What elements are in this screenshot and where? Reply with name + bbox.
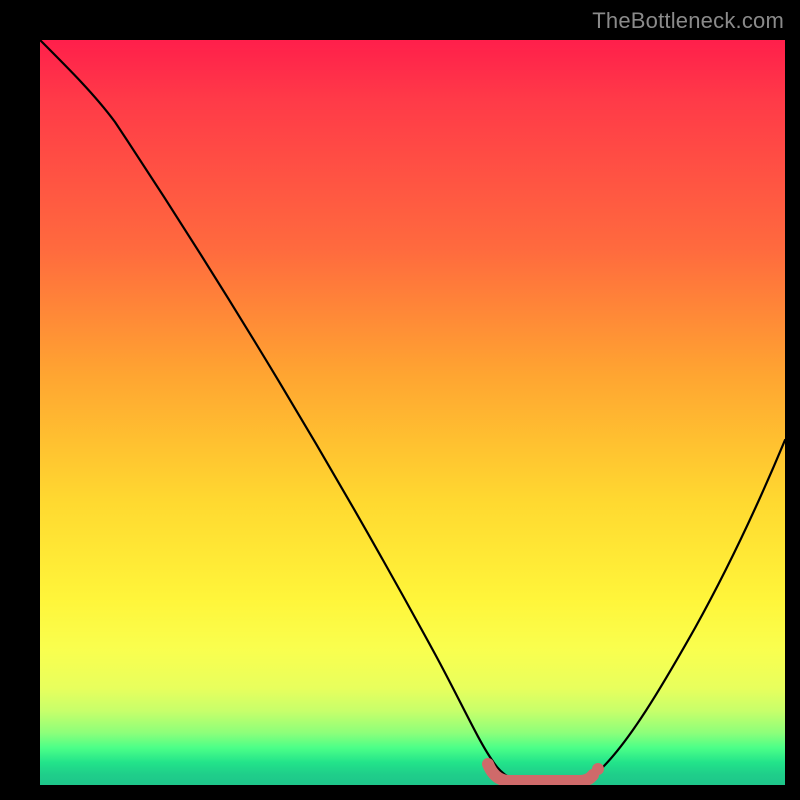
watermark-text: TheBottleneck.com — [592, 8, 784, 34]
band-end-dot — [592, 763, 604, 775]
chart-frame: TheBottleneck.com — [0, 0, 800, 800]
curve-layer — [40, 40, 785, 785]
bottleneck-curve — [40, 40, 785, 782]
plot-area — [40, 40, 785, 785]
